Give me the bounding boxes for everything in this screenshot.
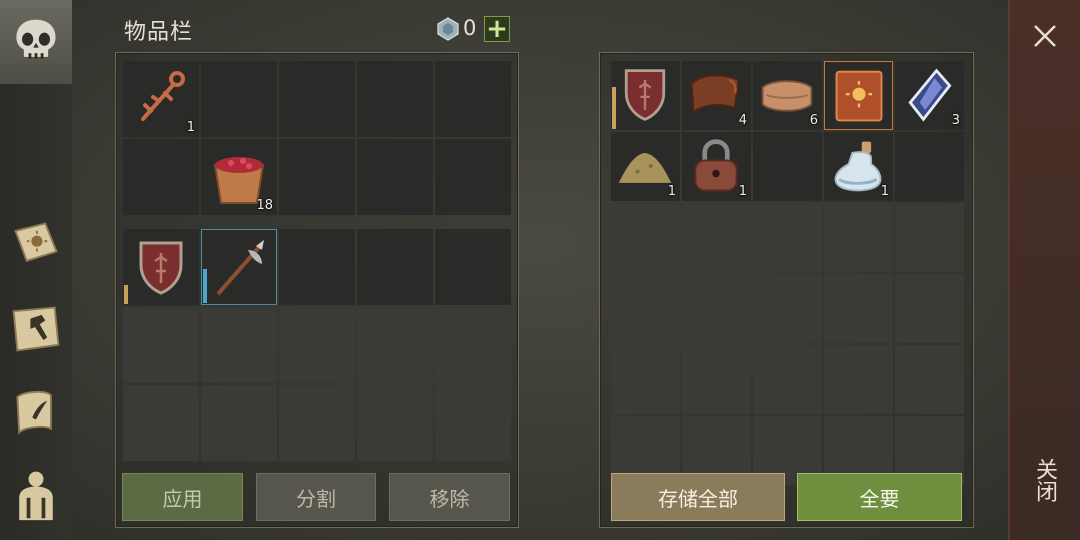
shield-icon [139, 241, 183, 295]
equip-slot[interactable] [435, 229, 511, 305]
storage-slot[interactable] [824, 203, 893, 272]
storage-slot-shield[interactable] [611, 61, 680, 130]
halberd-icon [216, 240, 264, 296]
crystal-icon [908, 68, 952, 122]
storage-slot-book[interactable] [824, 61, 893, 130]
equip-slot[interactable] [279, 307, 355, 383]
split-button[interactable]: 分割 [256, 473, 376, 521]
storage-slot[interactable] [611, 345, 680, 414]
storage-slot[interactable] [824, 274, 893, 343]
equipment-grid [123, 229, 511, 461]
close-label[interactable]: 关闭 [1030, 458, 1060, 502]
inventory-slot[interactable] [357, 61, 433, 137]
remove-button[interactable]: 移除 [389, 473, 510, 521]
equip-slot[interactable] [201, 385, 277, 461]
inventory-slot[interactable] [357, 139, 433, 215]
equip-slot[interactable] [123, 385, 199, 461]
equip-slot-halberd[interactable] [201, 229, 277, 305]
gem-currency-icon [437, 17, 459, 41]
crafting-hammer-icon[interactable] [6, 298, 66, 358]
storage-slot-hide[interactable]: 4 [682, 61, 751, 130]
quest-scroll-icon[interactable] [6, 382, 66, 442]
equip-slot[interactable] [123, 307, 199, 383]
storage-slot[interactable] [753, 345, 822, 414]
potion-flask-icon [834, 141, 882, 192]
inventory-slot[interactable] [279, 61, 355, 137]
equip-slot[interactable] [279, 385, 355, 461]
take-all-button[interactable]: 全要 [797, 473, 962, 521]
item-quantity: 4 [738, 113, 747, 128]
equip-slot[interactable] [357, 307, 433, 383]
skull-icon[interactable] [6, 12, 66, 72]
item-quantity: 1 [880, 184, 889, 199]
storage-slot[interactable] [895, 274, 964, 343]
storage-slot-padlock[interactable]: 1 [682, 132, 751, 201]
apply-button[interactable]: 应用 [122, 473, 243, 521]
storage-slot[interactable] [753, 132, 822, 201]
item-quantity: 3 [951, 113, 960, 128]
storage-slot[interactable] [611, 274, 680, 343]
item-quantity: 1 [738, 184, 747, 199]
leather-hide-icon [690, 74, 740, 114]
storage-slot[interactable] [895, 203, 964, 272]
equip-slot[interactable] [357, 229, 433, 305]
currency-count: 0 [463, 16, 477, 40]
character-icon[interactable] [6, 464, 66, 524]
storage-slot[interactable] [824, 345, 893, 414]
storage-grid: 4 6 3 1 1 1 [611, 61, 964, 485]
storage-slot-cloth[interactable]: 6 [753, 61, 822, 130]
cloth-roll-icon [761, 80, 813, 112]
sand-pile-icon [618, 152, 672, 183]
store-all-button[interactable]: 存储全部 [611, 473, 785, 521]
inventory-slot-bucket[interactable]: 18 [201, 139, 277, 215]
equip-slot[interactable] [435, 307, 511, 383]
storage-slot[interactable] [682, 345, 751, 414]
item-quantity: 1 [186, 120, 195, 135]
shield-icon [624, 69, 666, 121]
equip-slot[interactable] [201, 307, 277, 383]
add-currency-button[interactable]: + [484, 16, 510, 42]
inventory-slot[interactable] [123, 139, 199, 215]
durability-bar [203, 269, 207, 303]
storage-slot[interactable] [895, 132, 964, 201]
equip-slot[interactable] [279, 229, 355, 305]
storage-slot[interactable] [895, 345, 964, 414]
inventory-grid: 1 18 [123, 61, 511, 215]
equip-slot-shield[interactable] [123, 229, 199, 305]
equip-slot[interactable] [435, 385, 511, 461]
key-icon [141, 71, 185, 121]
inventory-slot[interactable] [435, 61, 511, 137]
storage-slot[interactable] [611, 203, 680, 272]
inventory-slot[interactable] [279, 139, 355, 215]
journal-sun-icon[interactable] [6, 214, 66, 274]
padlock-icon [694, 139, 738, 192]
item-quantity: 6 [809, 113, 818, 128]
storage-slot[interactable] [753, 203, 822, 272]
durability-bar [124, 285, 128, 304]
inventory-slot[interactable] [201, 61, 277, 137]
storage-slot[interactable] [682, 274, 751, 343]
equip-slot[interactable] [357, 385, 433, 461]
inventory-slot-key[interactable]: 1 [123, 61, 199, 137]
close-icon[interactable] [1029, 20, 1061, 52]
inventory-slot[interactable] [435, 139, 511, 215]
item-quantity: 18 [256, 198, 273, 213]
storage-slot-potion[interactable]: 1 [824, 132, 893, 201]
storage-slot[interactable] [753, 274, 822, 343]
storage-slot-sand[interactable]: 1 [611, 132, 680, 201]
sun-book-icon [835, 70, 883, 122]
item-quantity: 1 [667, 184, 676, 199]
storage-slot-crystal[interactable]: 3 [895, 61, 964, 130]
page-title: 物品栏 [124, 20, 194, 45]
storage-slot[interactable] [682, 203, 751, 272]
